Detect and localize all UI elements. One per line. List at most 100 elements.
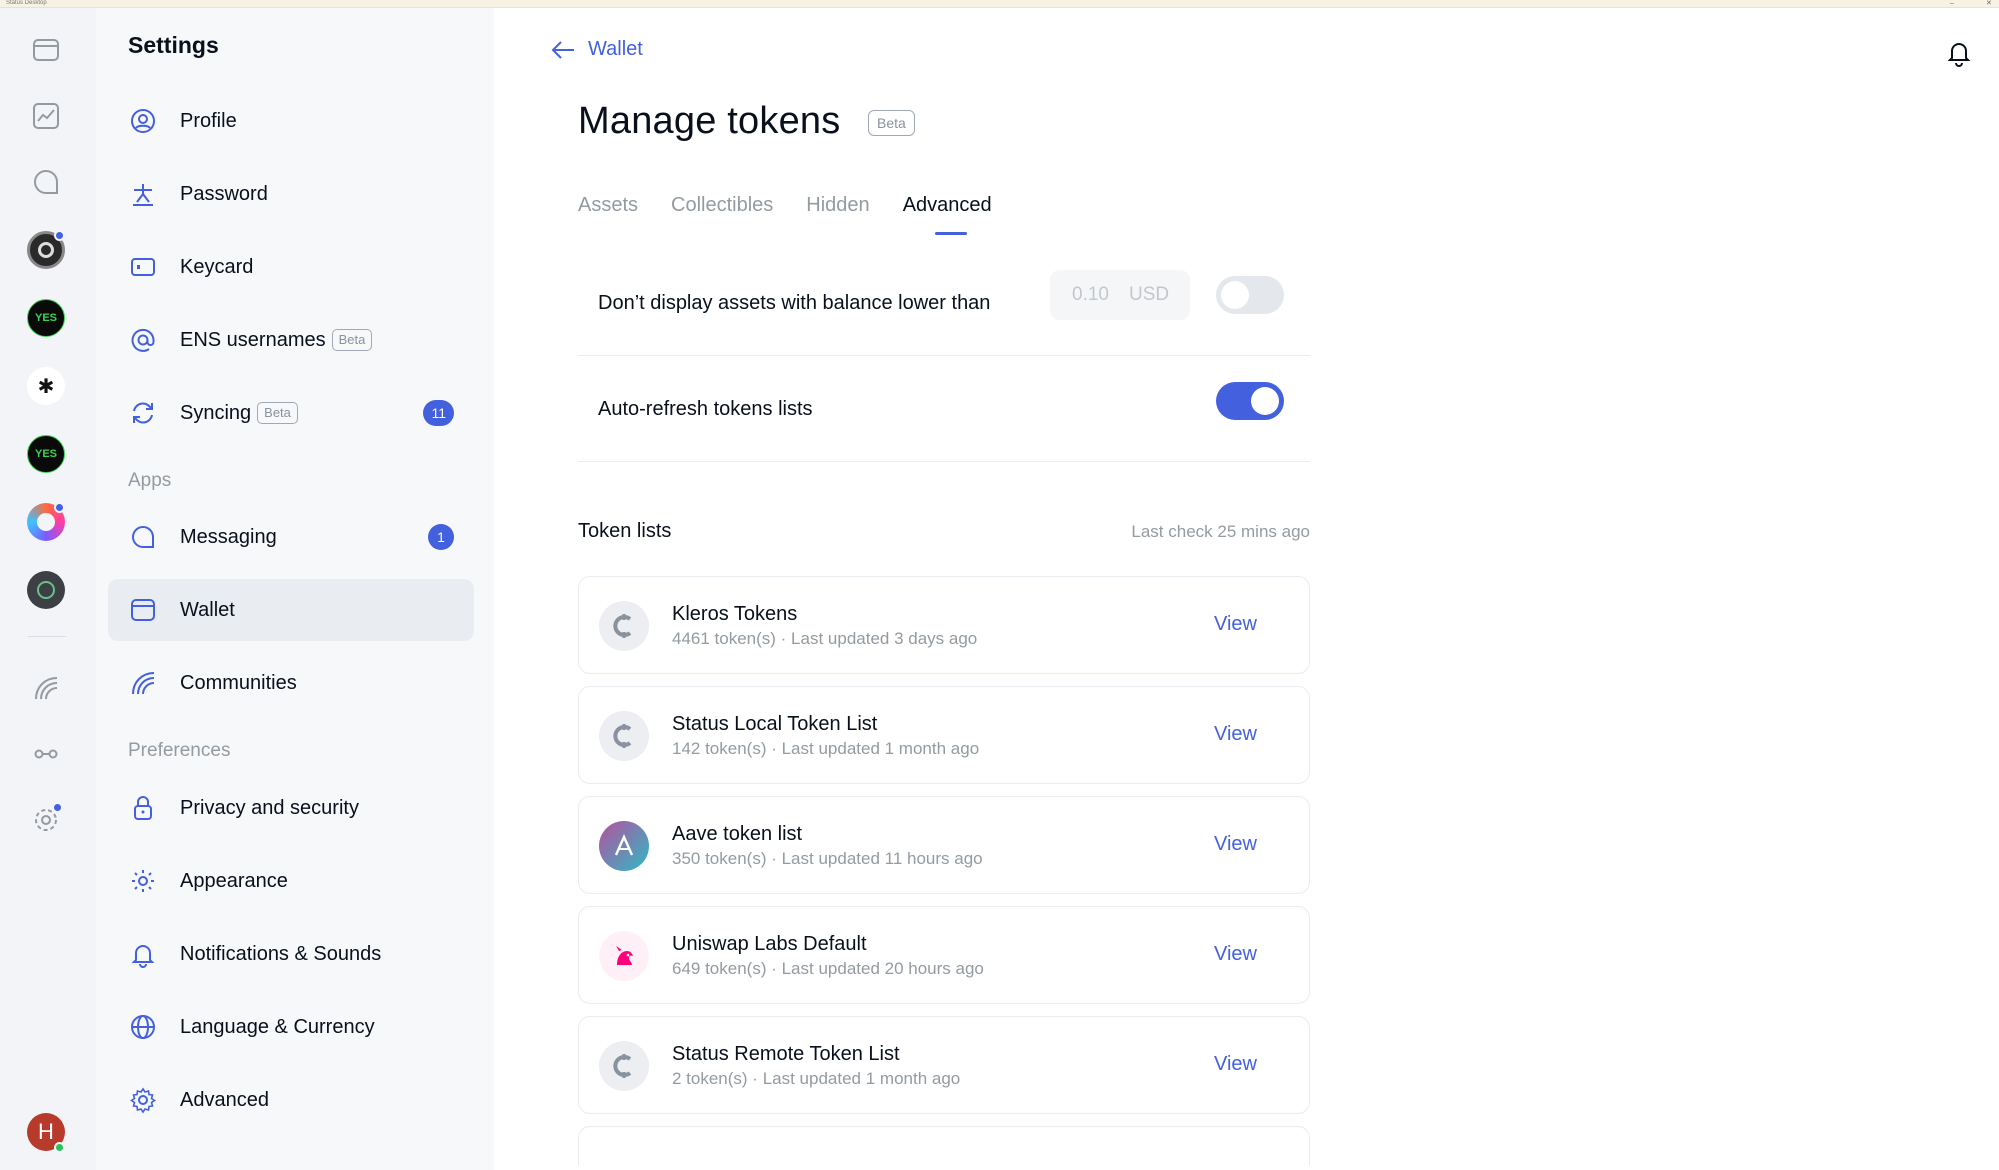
- view-button[interactable]: View: [1214, 1053, 1257, 1076]
- sidebar-item-label: Keycard: [180, 255, 254, 278]
- sidebar-title: Settings: [128, 32, 219, 58]
- sidebar-item-profile[interactable]: Profile: [108, 90, 474, 152]
- token-list-card: Kleros Tokens 4461 token(s) · Last updat…: [578, 576, 1310, 674]
- sidebar-item-label: Profile: [180, 109, 237, 132]
- tabs: Assets Collectibles Hidden Advanced: [578, 194, 1025, 235]
- yes-community-1-icon[interactable]: YES: [22, 294, 70, 342]
- sun-icon: [128, 866, 158, 896]
- sidebar-item-password[interactable]: Password: [108, 163, 474, 225]
- token-list-card: Uniswap Labs Default 649 token(s) · Last…: [578, 906, 1310, 1004]
- sidebar-item-keycard[interactable]: Keycard: [108, 236, 474, 298]
- sidebar-item-label: Advanced: [180, 1088, 269, 1111]
- sidebar-item-label: Messaging: [180, 525, 277, 548]
- chart-app-icon[interactable]: [22, 92, 70, 140]
- page-title: Manage tokens: [578, 100, 841, 142]
- profile-icon: [128, 106, 158, 136]
- sidebar-item-syncing[interactable]: Syncing Beta 11: [108, 382, 474, 444]
- beta-badge: Beta: [331, 329, 373, 351]
- communities-portal-icon[interactable]: [22, 664, 70, 712]
- node-icon[interactable]: [22, 730, 70, 778]
- token-list-name: Status Remote Token List: [672, 1043, 900, 1065]
- view-button[interactable]: View: [1214, 613, 1257, 636]
- unread-dot: [54, 230, 65, 241]
- token-lists-heading: Token lists: [578, 520, 672, 542]
- min-balance-toggle[interactable]: [1216, 276, 1284, 314]
- unread-dot: [54, 502, 65, 513]
- sidebar-item-communities[interactable]: Communities: [108, 652, 474, 714]
- token-list-meta: 142 token(s) · Last updated 1 month ago: [672, 739, 980, 758]
- min-balance-input[interactable]: 0.10 USD: [1050, 270, 1190, 320]
- settings-sidebar: Settings Profile Password Keycard ENS us…: [96, 8, 494, 1170]
- at-sign-icon: [128, 325, 158, 355]
- chat-app-icon[interactable]: [22, 158, 70, 206]
- sidebar-item-language-currency[interactable]: Language & Currency: [108, 996, 474, 1058]
- tab-advanced[interactable]: Advanced: [903, 194, 992, 235]
- settings-gear-icon[interactable]: [22, 796, 70, 844]
- rail-divider: [28, 636, 66, 637]
- token-list-meta: 2 token(s) · Last updated 1 month ago: [672, 1069, 961, 1088]
- minimize-button[interactable]: –: [1950, 0, 1954, 7]
- communities-icon: [128, 668, 158, 698]
- sidebar-item-ens-usernames[interactable]: ENS usernames Beta: [108, 309, 474, 371]
- chat-bubble-icon: [128, 522, 158, 552]
- title-beta-badge: Beta: [868, 110, 915, 136]
- tab-hidden[interactable]: Hidden: [806, 194, 869, 217]
- sidebar-item-advanced[interactable]: Advanced: [108, 1069, 474, 1131]
- uniswap-logo-icon: [599, 931, 649, 981]
- token-list-meta: 649 token(s) · Last updated 20 hours ago: [672, 959, 984, 978]
- sidebar-item-label: Notifications & Sounds: [180, 942, 382, 965]
- main-content: Wallet Manage tokens Beta Assets Collect…: [494, 8, 1999, 1170]
- min-balance-row: Don’t display assets with balance lower …: [578, 252, 1310, 356]
- star-community-icon[interactable]: ✱: [22, 362, 70, 410]
- wallet-icon: [128, 595, 158, 625]
- gradient-community-icon[interactable]: [22, 498, 70, 546]
- messaging-count-badge: 1: [428, 524, 454, 550]
- close-button[interactable]: ✕: [1986, 0, 1992, 7]
- min-balance-currency: USD: [1128, 284, 1170, 305]
- sidebar-item-messaging[interactable]: Messaging 1: [108, 506, 474, 568]
- auto-refresh-row: Auto-refresh tokens lists: [578, 358, 1310, 462]
- token-list-card: Aave token list 350 token(s) · Last upda…: [578, 796, 1310, 894]
- globe-community-icon[interactable]: [22, 566, 70, 614]
- password-asterisk-icon: [128, 179, 158, 209]
- sidebar-item-label: Privacy and security: [180, 796, 359, 819]
- min-balance-label: Don’t display assets with balance lower …: [598, 292, 991, 314]
- sidebar-item-label: Password: [180, 182, 268, 205]
- min-balance-value: 0.10: [1072, 284, 1109, 305]
- beta-badge: Beta: [257, 402, 298, 424]
- notifications-bell-button[interactable]: [1944, 38, 1974, 68]
- unread-dot: [52, 802, 63, 813]
- apps-section-heading: Apps: [128, 470, 172, 491]
- tab-collectibles[interactable]: Collectibles: [671, 194, 773, 217]
- status-community-icon[interactable]: [22, 226, 70, 274]
- token-list-name: Status Local Token List: [672, 713, 878, 735]
- window-title: Status Desktop: [6, 0, 47, 6]
- status-logo-icon: [599, 711, 649, 761]
- token-list-meta: 350 token(s) · Last updated 11 hours ago: [672, 849, 983, 868]
- sync-icon: [128, 398, 158, 428]
- sidebar-item-wallet[interactable]: Wallet: [108, 579, 474, 641]
- window-titlebar: Status Desktop – ✕: [0, 0, 1999, 8]
- back-to-wallet-link[interactable]: Wallet: [550, 38, 643, 61]
- view-button[interactable]: View: [1214, 943, 1257, 966]
- token-list-card-partial: [578, 1126, 1310, 1166]
- token-list-card: Status Local Token List 142 token(s) · L…: [578, 686, 1310, 784]
- sidebar-item-privacy-security[interactable]: Privacy and security: [108, 777, 474, 839]
- wallet-app-icon[interactable]: [22, 26, 70, 74]
- token-list-name: Kleros Tokens: [672, 603, 798, 625]
- auto-refresh-toggle[interactable]: [1216, 382, 1284, 420]
- arrow-left-icon: [551, 40, 574, 59]
- preferences-section-heading: Preferences: [128, 740, 231, 761]
- view-button[interactable]: View: [1214, 723, 1257, 746]
- view-button[interactable]: View: [1214, 833, 1257, 856]
- tab-assets[interactable]: Assets: [578, 194, 638, 217]
- user-avatar[interactable]: H: [22, 1108, 70, 1156]
- sidebar-item-label: Wallet: [180, 598, 235, 621]
- bell-icon: [128, 939, 158, 969]
- gear-icon: [128, 1085, 158, 1115]
- token-list-card: Status Remote Token List 2 token(s) · La…: [578, 1016, 1310, 1114]
- sidebar-item-notifications-sounds[interactable]: Notifications & Sounds: [108, 923, 474, 985]
- yes-community-2-icon[interactable]: YES: [22, 430, 70, 478]
- sidebar-item-appearance[interactable]: Appearance: [108, 850, 474, 912]
- aave-logo-icon: [599, 821, 649, 871]
